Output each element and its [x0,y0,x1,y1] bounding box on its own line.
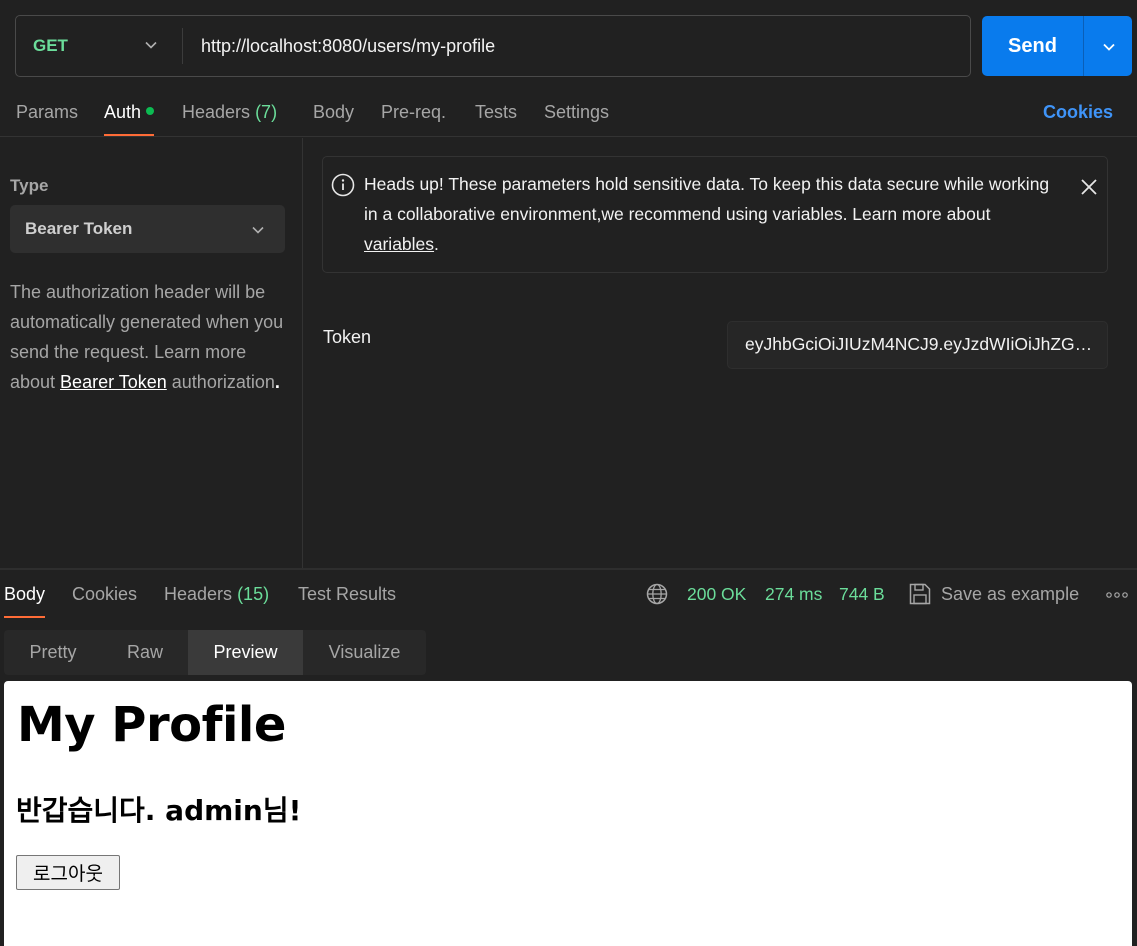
tab-params[interactable]: Params [16,92,78,136]
cookies-link[interactable]: Cookies [1043,92,1113,132]
response-size[interactable]: 744 B [839,572,885,616]
auth-type-panel: Type Bearer Token The authorization head… [0,138,303,568]
response-time[interactable]: 274 ms [765,572,822,616]
view-tab-pretty[interactable]: Pretty [4,630,102,675]
method-label: GET [33,36,68,55]
url-divider [182,28,183,64]
variables-link[interactable]: variables [364,234,434,254]
notice-period: . [434,234,439,254]
logout-button[interactable]: 로그아웃 [16,855,120,890]
response-headers-count: (15) [237,584,270,604]
tab-label: Headers [182,102,251,122]
response-view-tabs: Pretty Raw Preview Visualize [4,630,426,675]
auth-desc-period: . [274,372,280,392]
url-input[interactable]: http://localhost:8080/users/my-profile [201,16,495,76]
tab-label: Auth [104,102,142,122]
tab-pre-request[interactable]: Pre-req. [381,92,446,136]
tab-label: Settings [544,102,610,122]
save-as-example-button[interactable]: Save as example [941,572,1079,616]
tab-settings[interactable]: Settings [544,92,609,136]
tab-tests[interactable]: Tests [475,92,517,136]
tab-body[interactable]: Body [313,92,354,136]
view-tab-visualize[interactable]: Visualize [303,630,426,675]
tab-label: Body [4,584,46,604]
auth-status-dot [146,107,155,115]
response-preview: My Profile 반갑습니다. admin님! 로그아웃 [4,681,1132,946]
view-tab-raw[interactable]: Raw [102,630,188,675]
send-options-button[interactable] [1084,16,1132,76]
tab-label: Headers [164,584,233,604]
view-tab-preview[interactable]: Preview [188,630,303,675]
tab-label: Cookies [72,584,138,604]
bearer-token-link[interactable]: Bearer Token [60,372,167,392]
response-divider[interactable] [0,568,1137,570]
response-tab-headers[interactable]: Headers (15) [164,572,269,618]
tab-headers[interactable]: Headers (7) [182,92,277,136]
auth-type-value: Bearer Token [25,219,133,238]
info-icon [331,173,355,197]
auth-description: The authorization header will be automat… [10,277,295,397]
response-tab-test-results[interactable]: Test Results [298,572,396,618]
response-tab-body[interactable]: Body [4,572,46,618]
globe-icon[interactable] [646,583,668,605]
token-value: eyJhbGciOiJIUzM4NCJ9.eyJzdWIiOiJhZG1pbiJ… [745,334,1093,354]
sensitive-data-notice: Heads up! These parameters hold sensitiv… [322,156,1108,273]
chevron-down-icon [145,41,157,49]
notice-text: Heads up! These parameters hold sensitiv… [364,169,1064,259]
auth-type-select[interactable]: Bearer Token [10,205,285,253]
chevron-down-icon [1103,43,1115,51]
auth-type-label: Type [10,176,49,195]
method-select[interactable]: GET [16,16,182,76]
preview-greeting: 반갑습니다. admin님! [16,794,302,827]
preview-title: My Profile [17,697,286,753]
token-input[interactable]: eyJhbGciOiJIUzM4NCJ9.eyJzdWIiOiJhZG1pbiJ… [727,321,1108,369]
tab-label: Body [313,102,355,122]
auth-desc-tail: authorization [166,372,275,392]
response-tab-cookies[interactable]: Cookies [72,572,137,618]
tab-label: Params [16,102,79,122]
save-icon [909,583,931,605]
request-tabs: Params Auth Headers (7) Body Pre-req. Te… [0,92,1137,137]
tab-label: Tests [475,102,518,122]
token-label: Token [323,327,372,347]
tab-auth[interactable]: Auth [104,92,155,136]
close-icon[interactable] [1080,178,1098,196]
send-button[interactable]: Send [982,16,1083,76]
status-code[interactable]: 200 OK [687,572,746,616]
tab-label: Pre-req. [381,102,447,122]
send-button-group: Send [982,16,1132,76]
request-bar: GET http://localhost:8080/users/my-profi… [15,15,971,77]
chevron-down-icon [252,226,264,234]
headers-count: (7) [255,102,278,122]
tab-label: Test Results [298,584,397,604]
notice-body: Heads up! These parameters hold sensitiv… [364,174,1050,224]
response-tabs: Body Cookies Headers (15) Test Results 2… [0,572,1137,618]
more-options-icon[interactable] [1106,592,1128,598]
